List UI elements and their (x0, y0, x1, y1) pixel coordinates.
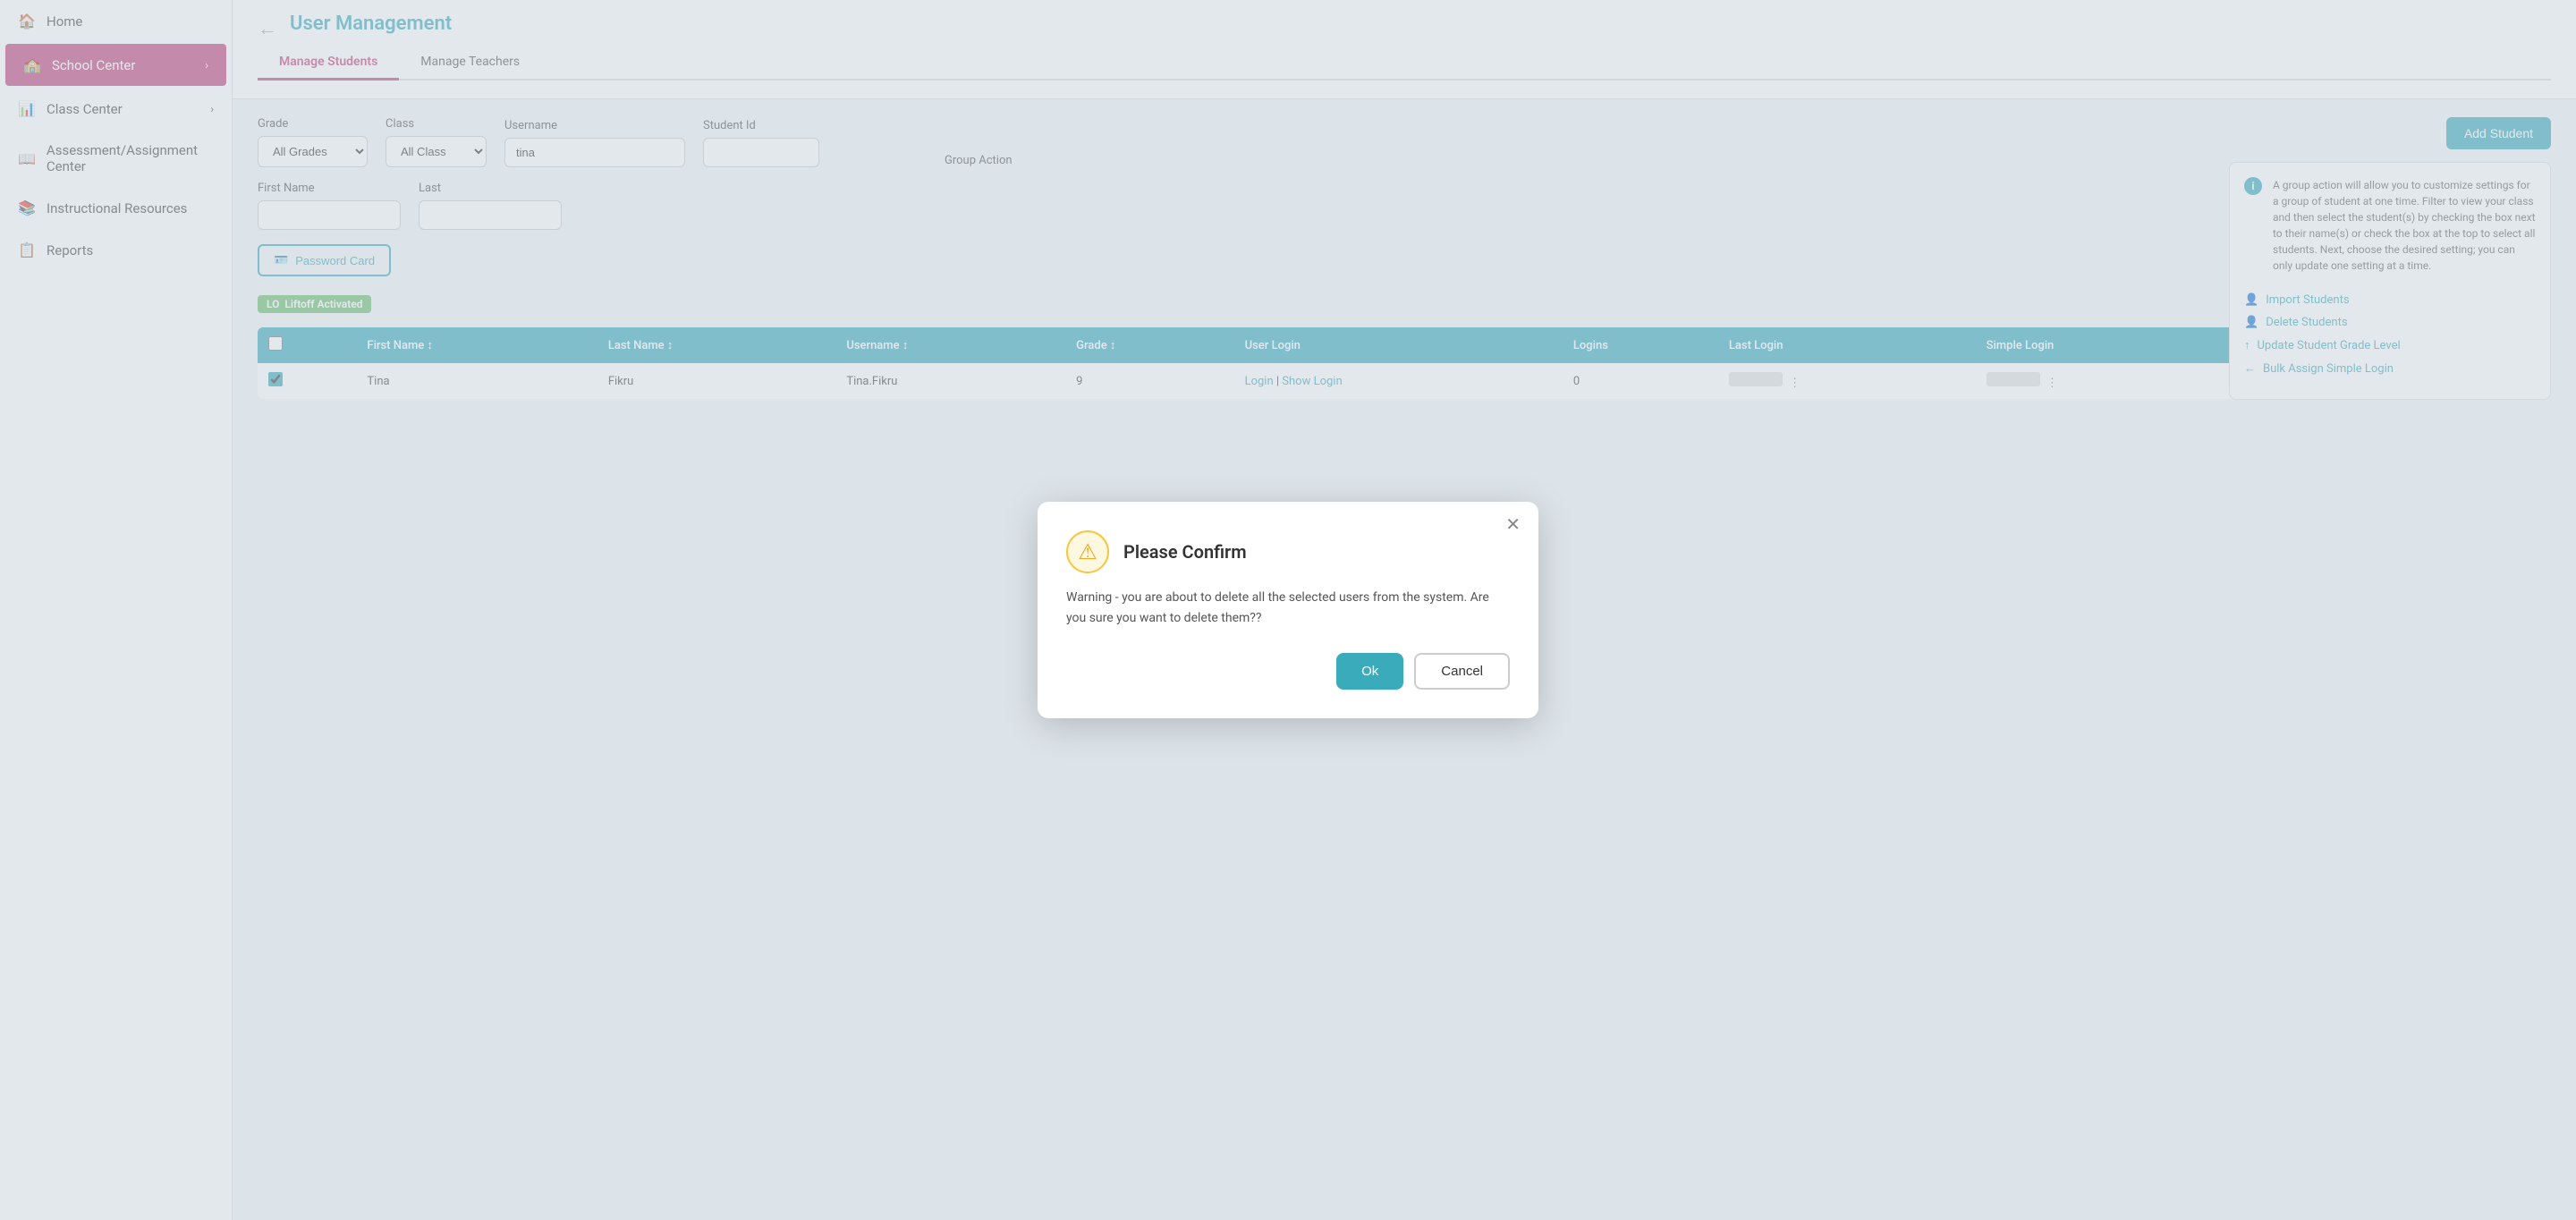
modal-cancel-button[interactable]: Cancel (1414, 653, 1510, 690)
modal-footer: Ok Cancel (1066, 653, 1510, 690)
modal-close-button[interactable]: ✕ (1505, 516, 1521, 534)
modal-title: Please Confirm (1123, 541, 1247, 563)
modal-ok-button[interactable]: Ok (1336, 653, 1403, 690)
modal-overlay: ✕ ⚠ Please Confirm Warning - you are abo… (0, 0, 2576, 1220)
warning-icon: ⚠ (1078, 539, 1097, 564)
warning-icon-container: ⚠ (1066, 530, 1109, 573)
confirm-modal: ✕ ⚠ Please Confirm Warning - you are abo… (1038, 502, 1538, 718)
modal-body: Warning - you are about to delete all th… (1066, 588, 1510, 628)
modal-header: ⚠ Please Confirm (1066, 530, 1510, 573)
